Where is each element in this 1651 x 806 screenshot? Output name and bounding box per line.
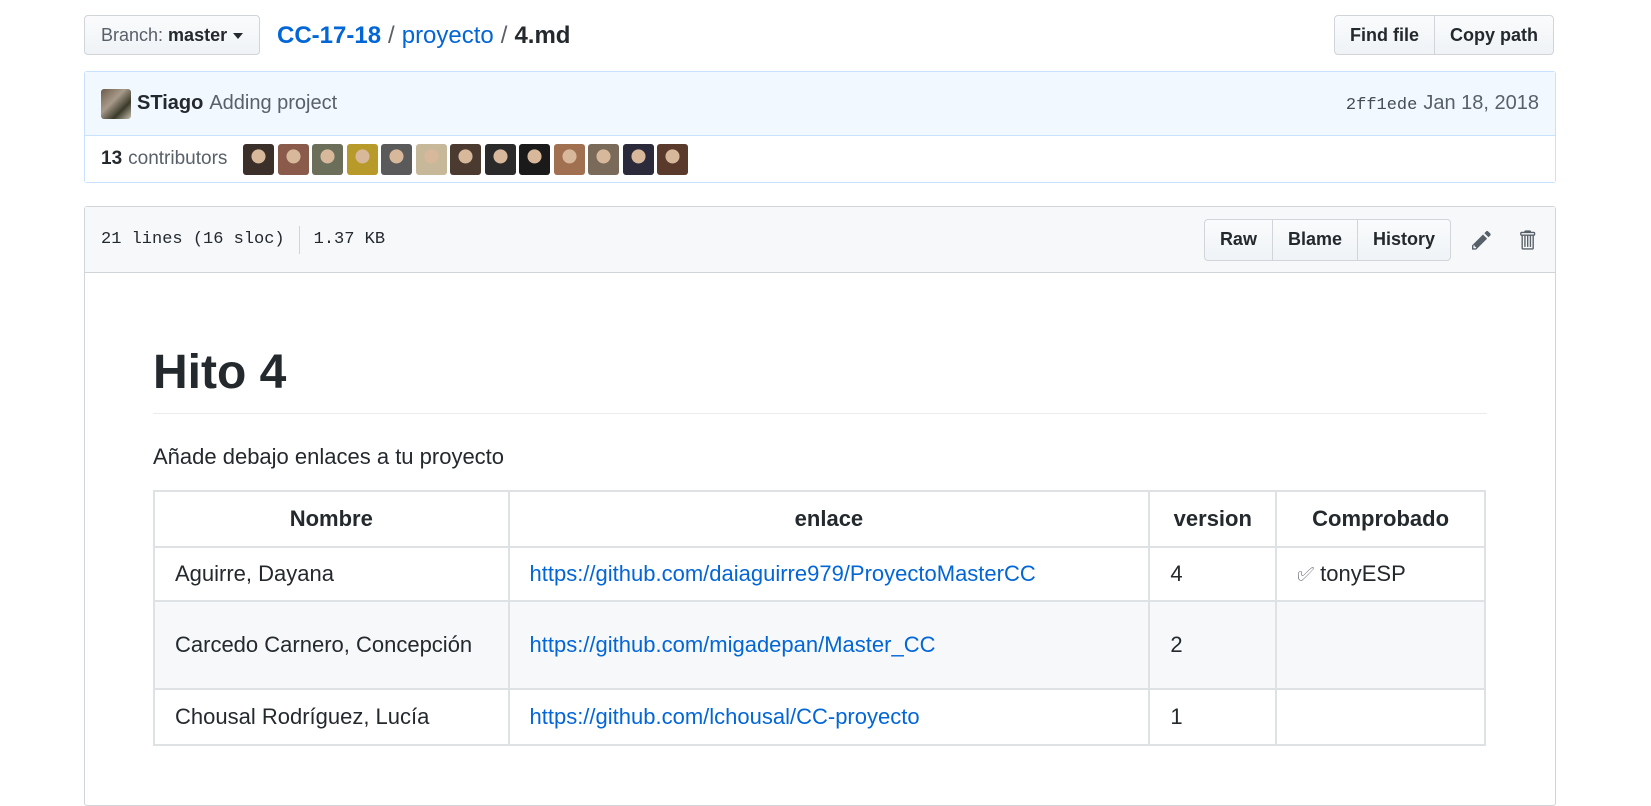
commit-meta: 2ff1ede Jan 18, 2018: [1346, 92, 1539, 115]
cell-nombre: Carcedo Carnero, Concepción: [153, 600, 510, 690]
markdown-body: Hito 4 Añade debajo enlaces a tu proyect…: [85, 273, 1555, 746]
file-navigation: Find file Copy path: [1334, 15, 1554, 55]
pencil-icon[interactable]: [1471, 228, 1495, 252]
file-header: 21 lines (16 sloc) 1.37 KB Raw Blame His…: [85, 207, 1555, 273]
project-link[interactable]: https://github.com/lchousal/CC-proyecto: [530, 704, 920, 729]
author-avatar[interactable]: [101, 88, 131, 119]
column-header-enlace: enlace: [507, 490, 1151, 548]
breadcrumb-folder-link[interactable]: proyecto: [402, 22, 494, 49]
branch-name: master: [168, 24, 228, 45]
branch-prefix: Branch:: [101, 24, 164, 45]
contributor-avatar[interactable]: [415, 143, 447, 175]
breadcrumb-repo-link[interactable]: CC-17-18: [277, 22, 381, 49]
readme-title: Hito 4: [153, 273, 1487, 414]
contributor-avatar[interactable]: [622, 143, 654, 175]
column-header-nombre: Nombre: [153, 490, 510, 548]
raw-button[interactable]: Raw: [1203, 218, 1273, 261]
contributors-count: 13: [101, 148, 123, 169]
cell-version: 4: [1148, 546, 1278, 602]
trash-icon[interactable]: [1515, 228, 1539, 252]
checkmark-icon: ✅︎: [1297, 563, 1315, 586]
cell-version: 2: [1148, 600, 1278, 690]
file-box: 21 lines (16 sloc) 1.37 KB Raw Blame His…: [84, 206, 1556, 806]
cell-comprobado: ✅︎ tonyESP: [1275, 546, 1486, 602]
projects-table: Nombre enlace version Comprobado Aguirre…: [153, 490, 1486, 746]
column-header-version: version: [1148, 490, 1278, 548]
contributor-avatar[interactable]: [312, 143, 344, 175]
find-file-button[interactable]: Find file: [1334, 15, 1435, 55]
file-lines-info: 21 lines (16 sloc): [101, 230, 285, 249]
checked-by: tonyESP: [1320, 560, 1406, 586]
commit-author-link[interactable]: STiago: [137, 92, 203, 115]
cell-comprobado: [1275, 600, 1486, 690]
contributors-label[interactable]: contributors: [128, 148, 227, 170]
contributor-avatar[interactable]: [657, 143, 689, 175]
contributors-row: 13 contributors: [85, 136, 1555, 182]
contributor-avatar[interactable]: [588, 143, 620, 175]
copy-path-button[interactable]: Copy path: [1434, 15, 1554, 55]
contributor-avatar[interactable]: [450, 143, 482, 175]
blame-button[interactable]: Blame: [1271, 218, 1358, 261]
table-row: Chousal Rodríguez, Lucía https://github.…: [153, 688, 1486, 746]
contributor-avatar[interactable]: [519, 143, 551, 175]
file-info-divider: [298, 225, 300, 254]
cell-comprobado: [1275, 688, 1486, 746]
commit-box: STiago Adding project 2ff1ede Jan 18, 201…: [84, 71, 1556, 183]
commit-tease: STiago Adding project 2ff1ede Jan 18, 201…: [85, 72, 1555, 136]
contributor-avatar[interactable]: [381, 143, 413, 175]
cell-version: 1: [1148, 688, 1278, 746]
project-link[interactable]: https://github.com/daiaguirre979/Proyect…: [530, 561, 1036, 586]
caret-down-icon: [233, 33, 244, 39]
table-row: Carcedo Carnero, Concepción https://gith…: [153, 600, 1486, 690]
project-link[interactable]: https://github.com/migadepan/Master_CC: [530, 632, 936, 657]
table-header-row: Nombre enlace version Comprobado: [153, 490, 1486, 548]
contributor-avatar[interactable]: [243, 143, 275, 175]
contributor-avatar[interactable]: [277, 143, 309, 175]
commit-date: Jan 18, 2018: [1423, 92, 1539, 114]
commit-message-link[interactable]: Adding project: [209, 92, 337, 115]
history-button[interactable]: History: [1356, 218, 1451, 261]
contributor-avatar[interactable]: [484, 143, 516, 175]
commit-sha-link[interactable]: 2ff1ede: [1346, 96, 1417, 115]
breadcrumb-file-name: 4.md: [514, 22, 571, 49]
table-row: Aguirre, Dayana https://github.com/daiag…: [153, 546, 1486, 602]
contributor-avatar[interactable]: [346, 143, 378, 175]
cell-nombre: Chousal Rodríguez, Lucía: [153, 688, 510, 746]
file-size: 1.37 KB: [313, 230, 386, 249]
breadcrumb-separator: /: [500, 22, 508, 49]
readme-intro: Añade debajo enlaces a tu proyecto: [153, 444, 505, 469]
file-actions: Raw Blame History: [1203, 218, 1539, 261]
column-header-comprobado: Comprobado: [1275, 490, 1486, 548]
contributor-avatars: [243, 143, 692, 175]
contributor-avatar[interactable]: [553, 143, 585, 175]
cell-nombre: Aguirre, Dayana: [153, 546, 510, 602]
branch-select-button[interactable]: Branch: master: [84, 15, 261, 55]
breadcrumb: CC-17-18/proyecto/4.md: [277, 20, 570, 52]
breadcrumb-separator: /: [388, 22, 395, 49]
